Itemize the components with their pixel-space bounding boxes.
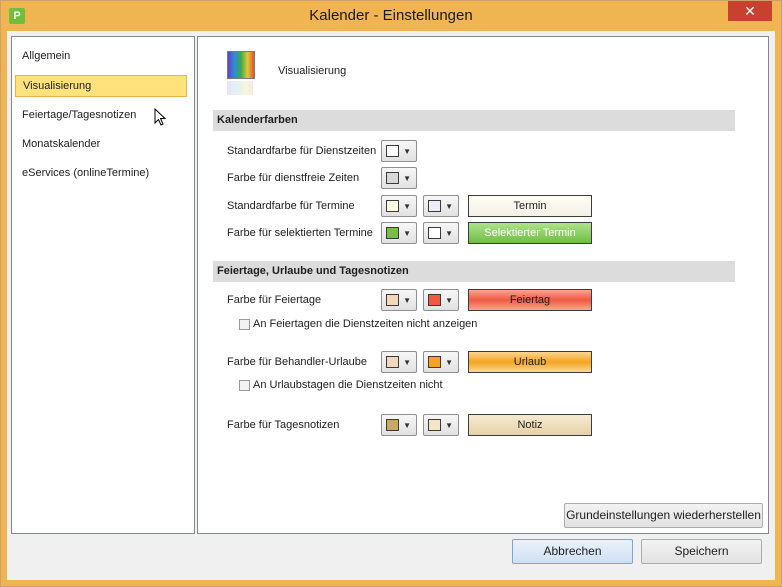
- section-kalenderfarben: Kalenderfarben: [213, 110, 735, 131]
- color-swatch: [428, 356, 441, 368]
- dropdown-arrow-icon: ▼: [445, 421, 453, 430]
- color-picker-urlaub-text[interactable]: ▼: [381, 351, 417, 373]
- preview-selektierter-termin: Selektierter Termin: [468, 222, 592, 244]
- checkbox-label: An Urlaubstagen die Dienstzeiten nicht: [253, 379, 443, 392]
- preview-termin: Termin: [468, 195, 592, 217]
- label-behandler-urlaube: Farbe für Behandler-Urlaube: [227, 356, 368, 368]
- color-picker-dienstfreie-zeiten[interactable]: ▼: [381, 167, 417, 189]
- color-swatch: [428, 419, 441, 431]
- color-swatch: [386, 294, 399, 306]
- preview-notiz: Notiz: [468, 414, 592, 436]
- color-swatch: [428, 200, 441, 212]
- save-button[interactable]: Speichern: [641, 539, 762, 564]
- dropdown-arrow-icon: ▼: [445, 202, 453, 211]
- dropdown-arrow-icon: ▼: [403, 174, 411, 183]
- nav-item-visualisierung[interactable]: Visualisierung: [15, 75, 187, 97]
- color-picker-selektiert-back[interactable]: ▼: [423, 222, 459, 244]
- checkbox-feiertage-dienstzeiten[interactable]: An Feiertagen die Dienstzeiten nicht anz…: [239, 318, 477, 330]
- dropdown-arrow-icon: ▼: [403, 296, 411, 305]
- nav-item-eservices[interactable]: eServices (onlineTermine): [15, 162, 187, 184]
- section-feiertage-urlaube: Feiertage, Urlaube und Tagesnotizen: [213, 261, 735, 282]
- dropdown-arrow-icon: ▼: [403, 202, 411, 211]
- checkbox-box[interactable]: [239, 318, 250, 330]
- visualization-icon: [227, 51, 255, 79]
- color-swatch: [386, 200, 399, 212]
- dropdown-arrow-icon: ▼: [445, 229, 453, 238]
- dialog-body: Allgemein Visualisierung Feiertage/Tages…: [7, 31, 775, 580]
- visualization-icon-reflection: [227, 81, 253, 95]
- color-swatch: [428, 294, 441, 306]
- label-dienstfreie-zeiten: Farbe für dienstfreie Zeiten: [227, 172, 360, 184]
- checkbox-label: An Feiertagen die Dienstzeiten nicht anz…: [253, 318, 478, 331]
- settings-window: P Kalender - Einstellungen ✕ Allgemein V…: [0, 0, 782, 587]
- color-picker-termine-text[interactable]: ▼: [381, 195, 417, 217]
- color-picker-termine-back[interactable]: ▼: [423, 195, 459, 217]
- color-swatch: [386, 172, 399, 184]
- settings-nav: Allgemein Visualisierung Feiertage/Tages…: [11, 36, 195, 534]
- close-button[interactable]: ✕: [728, 1, 772, 21]
- dropdown-arrow-icon: ▼: [403, 358, 411, 367]
- color-picker-feiertag-back[interactable]: ▼: [423, 289, 459, 311]
- checkbox-box[interactable]: [239, 379, 250, 391]
- color-swatch: [428, 227, 441, 239]
- color-swatch: [386, 419, 399, 431]
- title-bar: P Kalender - Einstellungen ✕: [1, 1, 781, 31]
- label-termine: Standardfarbe für Termine: [227, 200, 355, 212]
- label-feiertage: Farbe für Feiertage: [227, 294, 322, 306]
- color-picker-notiz-text[interactable]: ▼: [381, 414, 417, 436]
- color-picker-dienstzeiten[interactable]: ▼: [381, 140, 417, 162]
- color-picker-notiz-back[interactable]: ▼: [423, 414, 459, 436]
- nav-item-monatskalender[interactable]: Monatskalender: [15, 133, 187, 155]
- nav-item-allgemein[interactable]: Allgemein: [15, 45, 187, 67]
- settings-panel: Visualisierung Kalenderfarben Standardfa…: [197, 36, 769, 534]
- dropdown-arrow-icon: ▼: [445, 358, 453, 367]
- dropdown-arrow-icon: ▼: [445, 296, 453, 305]
- label-dienstzeiten: Standardfarbe für Dienstzeiten: [227, 145, 377, 157]
- color-swatch: [386, 227, 399, 239]
- color-picker-selektiert-text[interactable]: ▼: [381, 222, 417, 244]
- label-selektierter-termin: Farbe für selektierten Termine: [227, 227, 373, 239]
- color-picker-urlaub-back[interactable]: ▼: [423, 351, 459, 373]
- window-title: Kalender - Einstellungen: [309, 7, 473, 24]
- panel-header: Visualisierung: [278, 65, 347, 77]
- dropdown-arrow-icon: ▼: [403, 147, 411, 156]
- preview-feiertag: Feiertag: [468, 289, 592, 311]
- checkbox-urlaub-dienstzeiten[interactable]: An Urlaubstagen die Dienstzeiten nicht: [239, 379, 443, 391]
- color-swatch: [386, 356, 399, 368]
- mouse-cursor-icon: [154, 108, 166, 126]
- color-swatch: [386, 145, 399, 157]
- preview-urlaub: Urlaub: [468, 351, 592, 373]
- cancel-button[interactable]: Abbrechen: [512, 539, 633, 564]
- color-picker-feiertag-text[interactable]: ▼: [381, 289, 417, 311]
- dropdown-arrow-icon: ▼: [403, 421, 411, 430]
- reset-defaults-button[interactable]: Grundeinstellungen wiederherstellen: [564, 503, 763, 528]
- dropdown-arrow-icon: ▼: [403, 229, 411, 238]
- label-tagesnotizen: Farbe für Tagesnotizen: [227, 419, 340, 431]
